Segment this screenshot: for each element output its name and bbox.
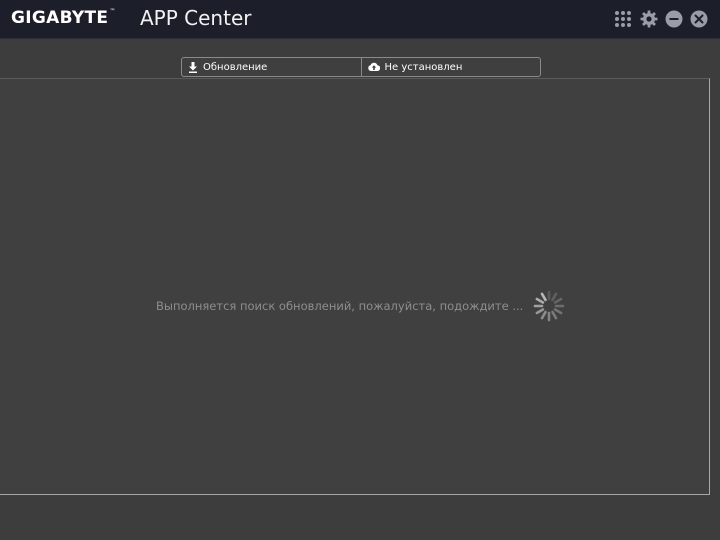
tab-bar: Обновление Не установлен xyxy=(181,57,541,77)
loading-spinner-icon xyxy=(533,290,565,322)
content-panel xyxy=(0,78,710,495)
tab-not-installed-label: Не установлен xyxy=(384,61,463,73)
status-row: Выполняется поиск обновлений, пожалуйста… xyxy=(156,288,567,324)
gear-icon[interactable] xyxy=(640,10,658,28)
tab-updates-label: Обновление xyxy=(203,61,268,73)
brand-text: GIGABYTE xyxy=(11,8,109,28)
apps-grid-icon[interactable] xyxy=(614,10,632,28)
download-icon xyxy=(189,61,197,73)
tab-updates[interactable]: Обновление xyxy=(182,58,361,76)
cloud-upload-icon xyxy=(367,62,380,72)
status-message: Выполняется поиск обновлений, пожалуйста… xyxy=(156,299,524,313)
app-title: APP Center xyxy=(140,6,252,30)
close-icon[interactable] xyxy=(690,10,708,28)
scroll-gutter xyxy=(710,78,720,493)
gigabyte-logo: GIGABYTE™ xyxy=(11,8,116,28)
tab-not-installed[interactable]: Не установлен xyxy=(360,58,541,76)
brand-trademark: ™ xyxy=(109,8,116,15)
title-bar: GIGABYTE™ APP Center xyxy=(0,0,720,39)
minimize-icon[interactable] xyxy=(665,10,683,28)
